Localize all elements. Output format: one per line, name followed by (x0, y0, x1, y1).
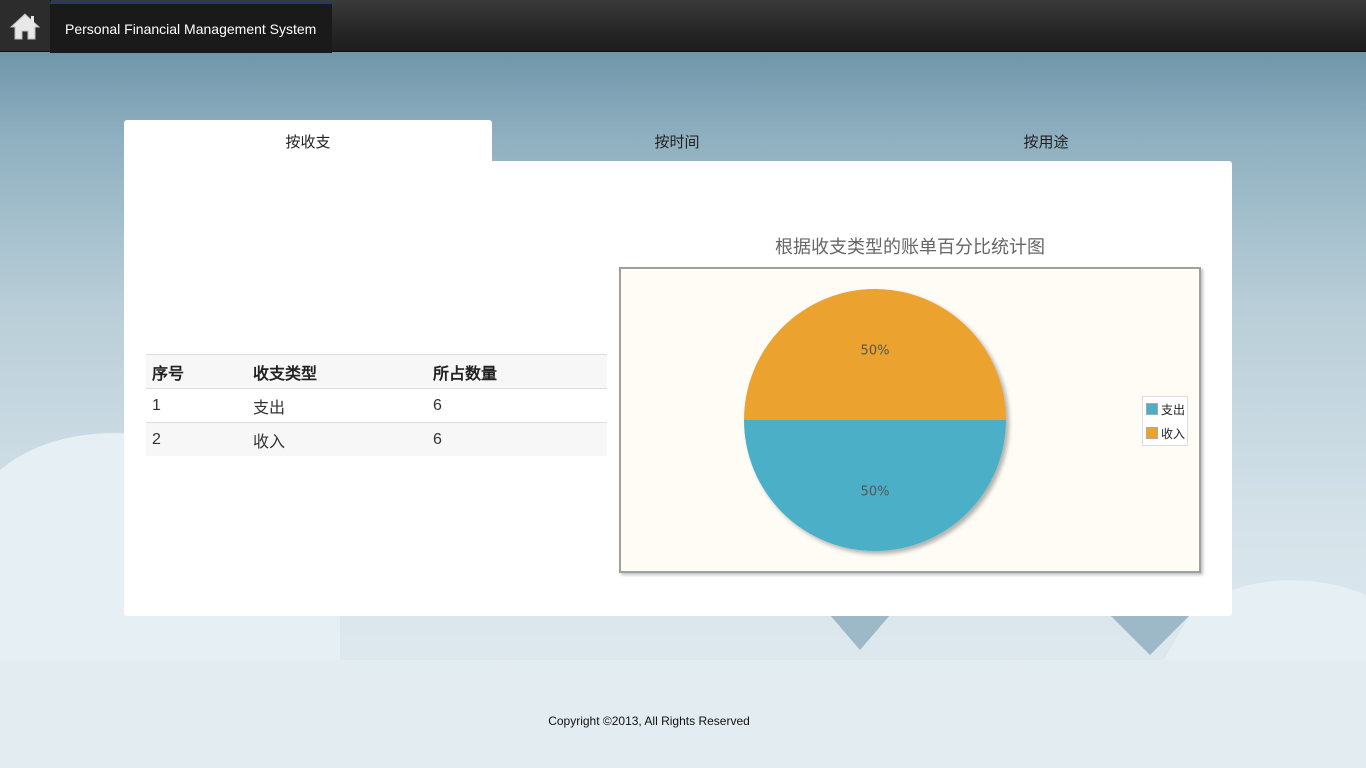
home-button[interactable] (0, 0, 51, 51)
header-index: 序号 (146, 354, 247, 389)
pie-chart: 50% 50% 支出 收入 (619, 267, 1201, 573)
legend-label: 支出 (1161, 402, 1186, 417)
app-title: Personal Financial Management System (65, 20, 317, 37)
legend-swatch (1146, 403, 1158, 415)
header-count: 所占数量 (427, 354, 607, 389)
tab-by-income-expense[interactable]: 按收支 (124, 120, 492, 162)
cell-count: 6 (427, 388, 607, 423)
app-brand[interactable]: Personal Financial Management System (50, 2, 332, 53)
pie-chart-canvas: 50% 50% (744, 289, 1006, 551)
cell-index: 2 (146, 422, 247, 456)
legend-label: 收入 (1161, 426, 1186, 441)
tab-by-purpose[interactable]: 按用途 (862, 120, 1230, 162)
tab-by-time[interactable]: 按时间 (493, 120, 861, 162)
cell-index: 1 (146, 388, 247, 423)
cell-count: 6 (427, 422, 607, 456)
table-row: 2 收入 6 (146, 422, 607, 456)
table-header-row: 序号 收支类型 所占数量 (146, 354, 607, 389)
top-navbar: Personal Financial Management System (0, 0, 1366, 53)
chart-title: 根据收支类型的账单百分比统计图 (775, 237, 1045, 257)
cell-type: 收入 (247, 422, 427, 456)
footer-copyright: Copyright ©2013, All Rights Reserved (548, 714, 750, 728)
legend-item-income: 收入 (1143, 421, 1187, 445)
chart-legend: 支出 收入 (1142, 396, 1188, 446)
header-type: 收支类型 (247, 354, 427, 389)
legend-item-expense: 支出 (1143, 397, 1187, 421)
table-row: 1 支出 6 (146, 388, 607, 423)
pie-slice-label: 50% (861, 485, 890, 500)
tab-bar: 按收支 按时间 按用途 (124, 120, 1232, 162)
content-panel: 序号 收支类型 所占数量 1 支出 6 2 收入 6 根据收支类型的账单百分比统… (124, 161, 1232, 616)
home-icon (9, 12, 41, 39)
legend-swatch (1146, 427, 1158, 439)
pie-slice-label: 50% (861, 343, 890, 358)
stats-table: 序号 收支类型 所占数量 1 支出 6 2 收入 6 (146, 354, 607, 456)
cell-type: 支出 (247, 388, 427, 423)
